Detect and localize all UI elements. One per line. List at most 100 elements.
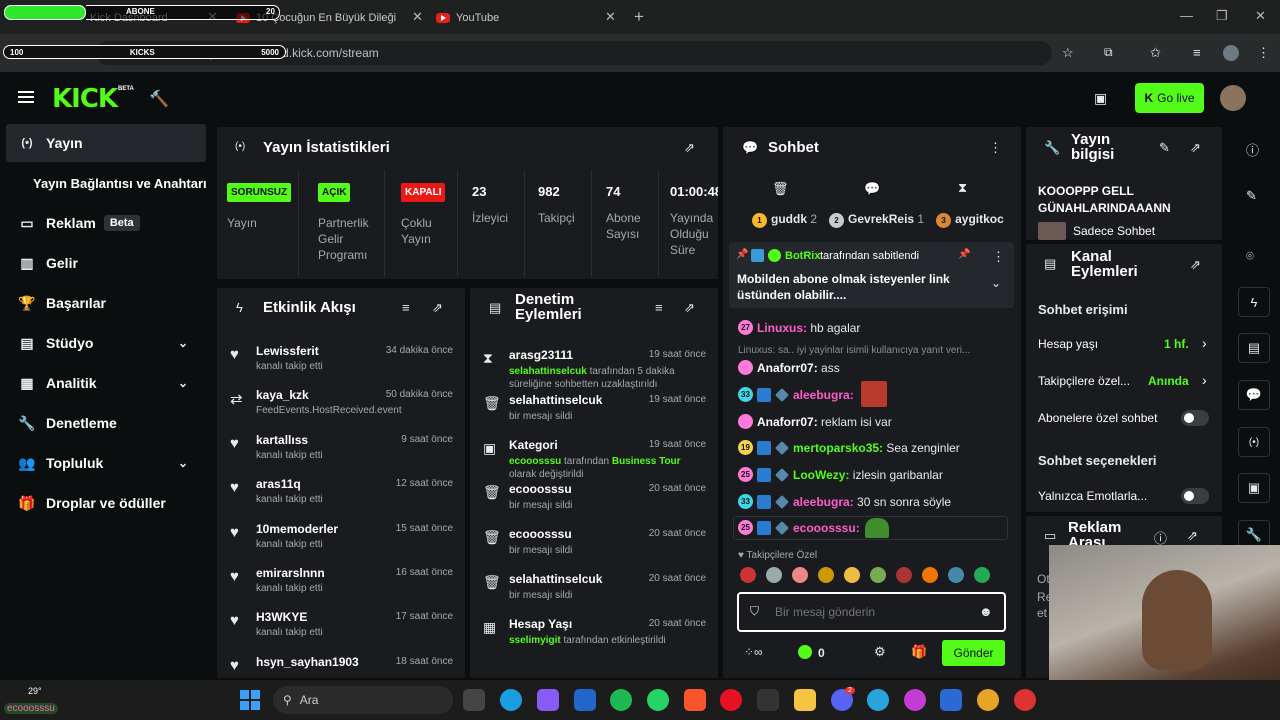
emote-icon[interactable]	[792, 567, 808, 583]
trash-icon[interactable]: 🗑	[772, 181, 789, 197]
windows-start-icon[interactable]	[240, 690, 260, 710]
moderation-item[interactable]: 🗑 selahattinselcuk 20 saat önce bir mesajı …	[470, 572, 718, 614]
folder-icon[interactable]	[794, 689, 816, 711]
chat-username[interactable]: aleebugra	[793, 388, 850, 402]
moderation-item[interactable]: 🗑 ecooosssu 20 saat önce bir mesajı sildi	[470, 482, 718, 524]
ticket-icon[interactable]: ▣	[1094, 90, 1107, 107]
activity-item[interactable]: ⇄ kaya_kzk 50 dakika önce FeedEvents.HostRe…	[217, 387, 465, 427]
chat-username[interactable]: Linuxus	[757, 321, 803, 335]
emote-icon[interactable]	[922, 567, 938, 583]
close-window-icon[interactable]: ✕	[1255, 8, 1266, 24]
activity-item[interactable]: ♥ aras11q 12 saat önce kanalı takip etti	[217, 476, 465, 516]
reading-list-icon[interactable]: ≡	[1193, 45, 1201, 60]
hammer-icon[interactable]: 🔨	[149, 89, 169, 109]
subs-only-toggle[interactable]	[1181, 410, 1209, 426]
edge-icon[interactable]	[500, 689, 522, 711]
hourglass-icon[interactable]: ⧗	[958, 180, 967, 196]
chat-username[interactable]: Anaforr07	[757, 361, 814, 375]
sidebar-item-denetleme[interactable]: 🔧 Denetleme	[6, 404, 206, 442]
new-tab-icon[interactable]: +	[634, 7, 644, 27]
emote-icon[interactable]	[766, 567, 782, 583]
activity-item[interactable]: ♥ H3WKYE 17 saat önce kanalı takip etti	[217, 609, 465, 649]
pencil-icon[interactable]: ✎	[1246, 188, 1257, 204]
weather-temp[interactable]: 29°	[28, 686, 42, 696]
emotes-only-toggle[interactable]	[1181, 488, 1209, 504]
sidebar-item-basarilar[interactable]: 🏆 Başarılar	[6, 284, 206, 322]
chat-message[interactable]: 33 aleebugra: 30 sn sonra söyle	[738, 494, 951, 509]
moderation-item[interactable]: ⧗ arasg23111 19 saat önce selahattinselcuk …	[470, 348, 718, 390]
activity-item[interactable]: ♥ emirarslnnn 16 saat önce kanalı takip ett…	[217, 565, 465, 605]
hamburger-icon[interactable]	[18, 90, 34, 104]
opera-icon[interactable]	[720, 689, 742, 711]
minimize-icon[interactable]: —	[1180, 8, 1193, 23]
opera-gx-icon[interactable]	[904, 689, 926, 711]
emote-icon[interactable]	[818, 567, 834, 583]
activity-item[interactable]: ♥ kartallıss 9 saat önce kanalı takip etti	[217, 432, 465, 472]
filter-icon[interactable]: ≡	[655, 300, 663, 315]
rail-chat-button[interactable]: 💬	[1238, 380, 1270, 410]
chat-message[interactable]: 25 LooWezy: izlesin garibanlar	[738, 467, 943, 482]
gear-icon[interactable]: ⚙	[874, 644, 886, 660]
emoji-icon[interactable]: ☻	[979, 604, 993, 619]
filter-icon[interactable]: ≡	[402, 300, 410, 315]
chat-message[interactable]: Anaforr07: reklam isi var	[738, 414, 892, 429]
app-icon[interactable]	[1014, 689, 1036, 711]
task-view-icon[interactable]	[463, 689, 485, 711]
extension-icon[interactable]: ⧉	[1104, 45, 1113, 60]
pencil-icon[interactable]: ✎	[1159, 140, 1170, 156]
bookmark-star-icon[interactable]: ☆	[1062, 45, 1074, 61]
chrome-icon[interactable]	[977, 689, 999, 711]
emote-icon[interactable]	[948, 567, 964, 583]
emote-icon[interactable]	[974, 567, 990, 583]
chat-username[interactable]: Anaforr07	[757, 415, 814, 429]
chat-username[interactable]: LooWezy	[793, 468, 845, 482]
profile-avatar[interactable]	[1223, 45, 1239, 61]
whatsapp-icon[interactable]	[647, 689, 669, 711]
send-button[interactable]: Gönder	[942, 640, 1005, 666]
sidebar-item-topluluk[interactable]: 👥 Topluluk ⌄	[6, 444, 206, 482]
copilot-icon[interactable]	[537, 689, 559, 711]
menu-dots-icon[interactable]: ⋮	[1257, 45, 1270, 61]
account-age-row[interactable]: Hesap yaşı 1 hf. ›	[1038, 334, 1214, 354]
gifter-item[interactable]: 2 GevrekReis 1	[829, 212, 924, 228]
taskbar-search[interactable]: ⚲ Ara	[273, 686, 453, 714]
moderation-item[interactable]: ▦ Hesap Yaşı 20 saat önce sselimyigit taraf…	[470, 617, 718, 659]
favorites-icon[interactable]: ✩	[1150, 45, 1161, 61]
expand-icon[interactable]: ⇗	[684, 300, 695, 316]
capcut-icon[interactable]	[757, 689, 779, 711]
app-icon[interactable]	[574, 689, 596, 711]
avatar[interactable]	[1220, 85, 1246, 111]
sidebar-item-reklam[interactable]: ▭ Reklam Beta	[6, 204, 206, 242]
chat-message[interactable]: Anaforr07: ass	[738, 360, 840, 375]
rail-lightning-button[interactable]: ϟ	[1238, 287, 1270, 317]
info-icon[interactable]: ⓘ	[1246, 140, 1259, 159]
telegram-icon[interactable]	[867, 689, 889, 711]
kick-logo[interactable]: KICK	[52, 84, 118, 114]
moderation-item[interactable]: ▣ Kategori 19 saat önce ecooosssu tarafında…	[470, 438, 718, 480]
app-icon[interactable]	[940, 689, 962, 711]
rail-channel-button[interactable]: ▣	[1238, 473, 1270, 503]
users-icon[interactable]: ⁘∞	[744, 645, 763, 659]
activity-item[interactable]: ♥ 10memoderler 15 saat önce kanalı takip et…	[217, 521, 465, 561]
chat-message[interactable]: 27 Linuxus: hb agalar	[738, 320, 860, 335]
chat-message[interactable]: 19 mertoparsko35: Sea zenginler	[738, 440, 960, 455]
emote-icon[interactable]	[740, 567, 756, 583]
emote-icon[interactable]	[896, 567, 912, 583]
close-icon[interactable]: ✕	[412, 9, 423, 25]
expand-icon[interactable]: ⇗	[432, 300, 443, 316]
brave-icon[interactable]	[684, 689, 706, 711]
emote-icon[interactable]	[844, 567, 860, 583]
expand-icon[interactable]: ⇗	[684, 140, 695, 156]
pin-icon[interactable]: 📌	[958, 249, 970, 260]
menu-dots-icon[interactable]: ⋮	[989, 140, 1002, 156]
spotify-icon[interactable]	[610, 689, 632, 711]
chevron-down-icon[interactable]: ⌄	[991, 276, 1001, 290]
close-icon[interactable]: ✕	[605, 9, 616, 25]
moderation-item[interactable]: 🗑 ecooosssu 20 saat önce bir mesajı sildi	[470, 527, 718, 569]
sidebar-item-stream-key[interactable]: Yayın Bağlantısı ve Anahtarı	[33, 164, 213, 202]
sidebar-item-droplar[interactable]: 🎁 Droplar ve ödüller	[6, 484, 206, 522]
activity-item[interactable]: ♥ Lewissferit 34 dakika önce kanalı takip e…	[217, 343, 465, 383]
chat-icon[interactable]: 💬	[864, 181, 880, 197]
expand-icon[interactable]: ⇗	[1190, 140, 1201, 156]
sidebar-item-gelir[interactable]: ▥ Gelir	[6, 244, 206, 282]
